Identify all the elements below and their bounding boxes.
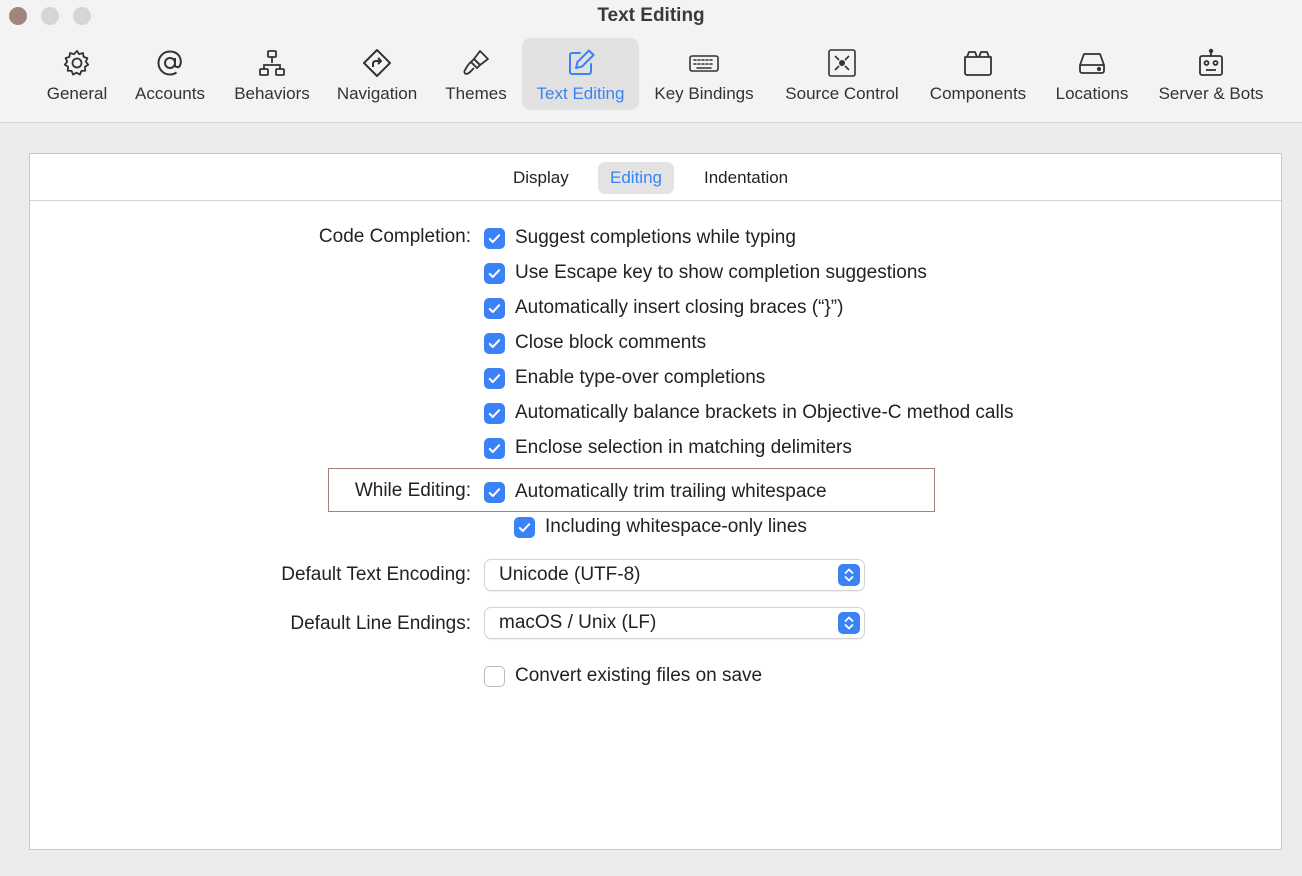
- at-icon: [153, 46, 187, 80]
- option-label: Convert existing files on save: [515, 665, 763, 686]
- checkmark-icon: [488, 487, 501, 497]
- option-label: Suggest completions while typing: [515, 227, 796, 248]
- keyboard-icon: [687, 46, 721, 80]
- toolbar-locations-label: Locations: [1055, 84, 1129, 103]
- toolbar-navigation[interactable]: Navigation: [328, 38, 426, 110]
- toolbar-themes-label: Themes: [445, 84, 507, 103]
- toolbar-general[interactable]: General: [38, 38, 116, 110]
- option-suggest-completions[interactable]: Suggest completions while typing: [484, 225, 796, 251]
- option-label: Enable type-over completions: [515, 367, 766, 388]
- toolbar-text-editing[interactable]: Text Editing: [522, 38, 639, 110]
- toolbar-themes[interactable]: Themes: [437, 38, 515, 110]
- option-trim-trailing-whitespace[interactable]: Automatically trim trailing whitespace: [484, 479, 827, 505]
- checkbox-checked[interactable]: [484, 227, 505, 249]
- chevron-up-down-icon: [838, 612, 860, 634]
- navigation-icon: [360, 46, 394, 80]
- paintbrush-icon: [459, 46, 493, 80]
- line-endings-popup[interactable]: macOS / Unix (LF): [484, 607, 865, 639]
- option-whitespace-only-lines[interactable]: Including whitespace-only lines: [514, 514, 807, 540]
- option-label: Enclose selection in matching delimiters: [515, 437, 852, 458]
- option-label: Close block comments: [515, 332, 707, 353]
- checkmark-icon: [488, 338, 501, 348]
- checkmark-icon: [488, 408, 501, 418]
- checkmark-icon: [488, 233, 501, 243]
- toolbar-accounts[interactable]: Accounts: [126, 38, 214, 110]
- checkmark-icon: [488, 443, 501, 453]
- option-escape-key-completion[interactable]: Use Escape key to show completion sugges…: [484, 260, 927, 286]
- tab-indentation[interactable]: Indentation: [692, 162, 800, 194]
- default-line-endings-label: Default Line Endings:: [290, 613, 471, 634]
- tab-display[interactable]: Display: [501, 162, 581, 194]
- source-control-icon: [825, 46, 859, 80]
- checkbox-checked[interactable]: [484, 262, 505, 284]
- option-close-block-comments[interactable]: Close block comments: [484, 330, 706, 356]
- option-enclose-selection[interactable]: Enclose selection in matching delimiters: [484, 435, 852, 461]
- toolbar-general-label: General: [46, 84, 108, 103]
- pencil-square-icon: [564, 46, 598, 80]
- drive-icon: [1075, 46, 1109, 80]
- default-text-encoding-label: Default Text Encoding:: [281, 564, 471, 585]
- window-title: Text Editing: [597, 5, 705, 26]
- code-completion-label: Code Completion:: [318, 226, 471, 247]
- toolbar-components[interactable]: Components: [920, 38, 1036, 110]
- option-insert-closing-braces[interactable]: Automatically insert closing braces (“}”…: [484, 295, 843, 321]
- option-convert-existing-files[interactable]: Convert existing files on save: [484, 663, 762, 689]
- text-encoding-popup[interactable]: Unicode (UTF-8): [484, 559, 865, 591]
- toolbar-navigation-label: Navigation: [336, 84, 418, 103]
- checkbox-checked[interactable]: [484, 437, 505, 459]
- toolbar-accounts-label: Accounts: [135, 84, 205, 103]
- checkbox-checked[interactable]: [484, 367, 505, 389]
- option-label: Including whitespace-only lines: [545, 516, 807, 537]
- toolbar-server-bots[interactable]: Server & Bots: [1148, 38, 1274, 110]
- toolbar-text-editing-label: Text Editing: [536, 84, 625, 103]
- text-encoding-value: Unicode (UTF-8): [499, 564, 641, 585]
- option-balance-brackets[interactable]: Automatically balance brackets in Object…: [484, 400, 1013, 426]
- option-type-over-completions[interactable]: Enable type-over completions: [484, 365, 765, 391]
- checkmark-icon: [518, 522, 531, 532]
- checkmark-icon: [488, 373, 501, 383]
- gear-icon: [60, 46, 94, 80]
- toolbar-key-bindings-label: Key Bindings: [654, 84, 754, 103]
- tab-divider: [30, 200, 1281, 201]
- toolbar-components-label: Components: [929, 84, 1027, 103]
- checkbox-checked[interactable]: [484, 297, 505, 319]
- option-label: Automatically insert closing braces (“}”…: [515, 297, 844, 318]
- checkbox-checked[interactable]: [484, 332, 505, 354]
- toolbar-locations[interactable]: Locations: [1046, 38, 1138, 110]
- tab-editing[interactable]: Editing: [598, 162, 674, 194]
- robot-icon: [1194, 46, 1228, 80]
- line-endings-value: macOS / Unix (LF): [499, 612, 657, 633]
- toolbar-behaviors[interactable]: Behaviors: [225, 38, 319, 110]
- toolbar-key-bindings[interactable]: Key Bindings: [645, 38, 763, 110]
- checkbox-unchecked[interactable]: [484, 665, 505, 687]
- checkbox-checked[interactable]: [484, 402, 505, 424]
- hierarchy-icon: [255, 46, 289, 80]
- components-icon: [961, 46, 995, 80]
- checkmark-icon: [488, 303, 501, 313]
- toolbar-server-bots-label: Server & Bots: [1158, 84, 1264, 103]
- preferences-toolbar: Text Editing General Accounts Behaviors …: [0, 0, 1302, 123]
- while-editing-label: While Editing:: [354, 480, 471, 501]
- toolbar-source-control-label: Source Control: [785, 84, 899, 103]
- checkmark-icon: [488, 268, 501, 278]
- checkbox-checked[interactable]: [514, 516, 535, 538]
- checkbox-checked[interactable]: [484, 481, 505, 503]
- chevron-up-down-icon: [838, 564, 860, 586]
- option-label: Automatically balance brackets in Object…: [515, 402, 1014, 423]
- option-label: Automatically trim trailing whitespace: [515, 481, 827, 502]
- toolbar-source-control[interactable]: Source Control: [774, 38, 910, 110]
- toolbar-behaviors-label: Behaviors: [234, 84, 310, 103]
- option-label: Use Escape key to show completion sugges…: [515, 262, 927, 283]
